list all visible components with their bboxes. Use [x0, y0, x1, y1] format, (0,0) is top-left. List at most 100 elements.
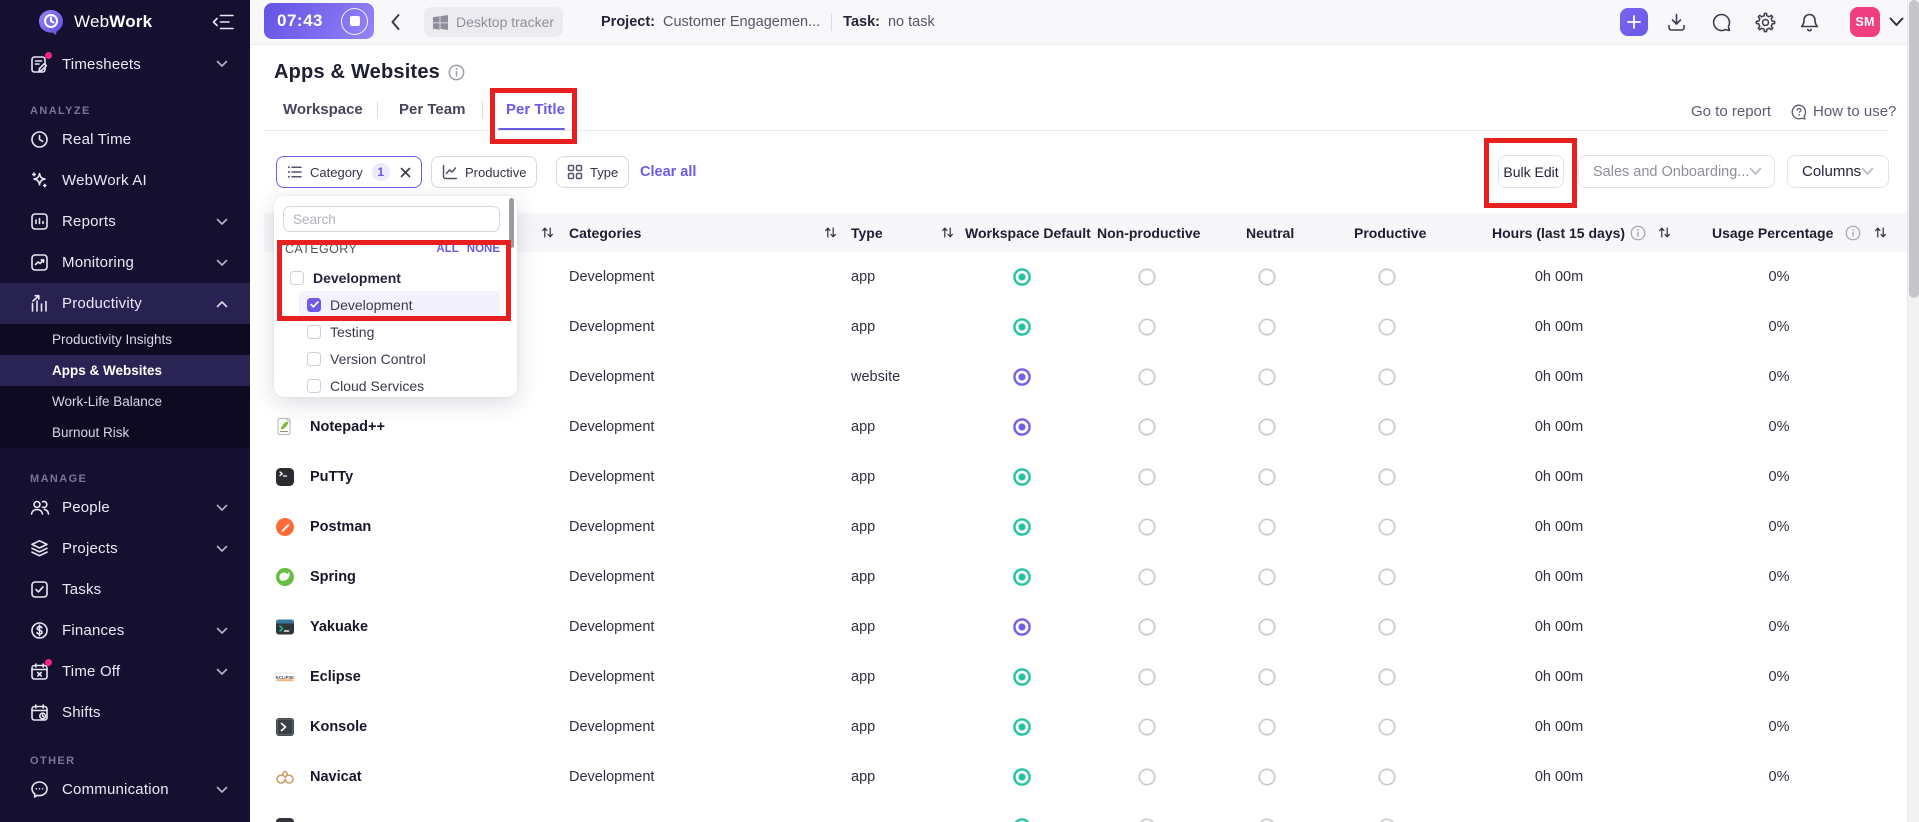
radio-neutral[interactable]	[1258, 318, 1276, 336]
radio-productive[interactable]	[1378, 418, 1396, 436]
radio-workspace-default-checked[interactable]	[1013, 668, 1031, 686]
columns-button[interactable]: Columns	[1787, 155, 1889, 188]
info-icon[interactable]	[1630, 213, 1646, 252]
radio-productive[interactable]	[1378, 268, 1396, 286]
radio-non-productive[interactable]	[1138, 568, 1156, 586]
radio-neutral[interactable]	[1258, 518, 1276, 536]
sidebar-subitem-apps-websites[interactable]: Apps & Websites	[0, 355, 250, 386]
radio-workspace-default-checked[interactable]	[1013, 468, 1031, 486]
logo[interactable]: WebWork	[0, 0, 250, 44]
sidebar-item-people[interactable]: People	[0, 487, 250, 528]
timer-button[interactable]: 07:43	[264, 3, 374, 39]
dropdown-option-cloud-services[interactable]: Cloud Services	[307, 372, 424, 397]
sidebar-item-productivity[interactable]: Productivity	[0, 283, 250, 324]
radio-non-productive[interactable]	[1138, 618, 1156, 636]
select-all-link[interactable]: ALL	[436, 243, 458, 255]
radio-neutral[interactable]	[1258, 368, 1276, 386]
stop-timer-icon[interactable]	[341, 8, 368, 35]
tab-workspace[interactable]: Workspace	[283, 101, 363, 118]
radio-non-productive[interactable]	[1138, 518, 1156, 536]
chat-icon[interactable]	[1711, 12, 1732, 33]
radio-non-productive[interactable]	[1138, 318, 1156, 336]
dropdown-option-version-control[interactable]: Version Control	[307, 345, 426, 372]
radio-workspace-default-checked[interactable]	[1013, 368, 1031, 386]
type-filter-chip[interactable]: Type	[556, 156, 629, 188]
column-header[interactable]: Usage Percentage	[1712, 213, 1833, 252]
download-icon[interactable]	[1666, 12, 1687, 33]
radio-workspace-default-checked[interactable]	[1013, 768, 1031, 786]
radio-neutral[interactable]	[1258, 618, 1276, 636]
remove-filter-icon[interactable]	[400, 167, 411, 178]
sort-icon[interactable]	[941, 226, 954, 239]
checkbox[interactable]	[307, 352, 321, 366]
radio-non-productive[interactable]	[1138, 268, 1156, 286]
radio-neutral[interactable]	[1258, 418, 1276, 436]
column-header[interactable]: Categories	[569, 213, 641, 252]
back-chevron-icon[interactable]	[388, 11, 404, 33]
checkbox[interactable]	[307, 379, 321, 393]
bulk-edit-button[interactable]: Bulk Edit	[1498, 155, 1564, 188]
sidebar-item-reports[interactable]: Reports	[0, 201, 250, 242]
task-value[interactable]: no task	[888, 14, 935, 30]
add-button[interactable]	[1620, 8, 1648, 36]
column-header[interactable]: Workspace Default	[965, 213, 1091, 252]
sidebar-item-real-time[interactable]: Real Time	[0, 119, 250, 160]
checkbox[interactable]	[307, 325, 321, 339]
page-scrollbar-thumb[interactable]	[1909, 0, 1919, 298]
dropdown-scrollbar-thumb[interactable]	[509, 198, 514, 248]
radio-workspace-default-checked[interactable]	[1013, 318, 1031, 336]
how-to-use-link[interactable]: How to use?	[1791, 103, 1896, 120]
search-input[interactable]	[283, 206, 500, 232]
productive-filter-chip[interactable]: Productive	[431, 156, 537, 188]
radio-neutral[interactable]	[1258, 818, 1276, 822]
sort-icon[interactable]	[541, 226, 554, 239]
notifications-bell-icon[interactable]	[1799, 12, 1820, 33]
radio-workspace-default-checked[interactable]	[1013, 718, 1031, 736]
column-header[interactable]: Type	[851, 213, 883, 252]
sidebar-item-time-off[interactable]: Time Off	[0, 651, 250, 692]
dropdown-option-testing[interactable]: Testing	[307, 318, 374, 345]
sidebar-item-finances[interactable]: Finances	[0, 610, 250, 651]
radio-neutral[interactable]	[1258, 768, 1276, 786]
radio-non-productive[interactable]	[1138, 668, 1156, 686]
tab-per-team[interactable]: Per Team	[399, 101, 465, 118]
team-select[interactable]: Sales and Onboarding...	[1578, 155, 1775, 188]
radio-non-productive[interactable]	[1138, 718, 1156, 736]
radio-productive[interactable]	[1378, 618, 1396, 636]
radio-productive[interactable]	[1378, 368, 1396, 386]
radio-neutral[interactable]	[1258, 568, 1276, 586]
project-value[interactable]: Customer Engagemen...	[663, 14, 820, 30]
radio-neutral[interactable]	[1258, 668, 1276, 686]
column-header[interactable]: Productive	[1354, 213, 1426, 252]
radio-productive[interactable]	[1378, 518, 1396, 536]
title-info-icon[interactable]	[448, 64, 465, 81]
dropdown-option-development[interactable]: Development	[307, 291, 413, 318]
sort-icon[interactable]	[1658, 226, 1671, 239]
radio-non-productive[interactable]	[1138, 768, 1156, 786]
radio-workspace-default-checked[interactable]	[1013, 418, 1031, 436]
checkbox[interactable]	[290, 271, 304, 285]
column-header[interactable]: Non-productive	[1097, 213, 1200, 252]
radio-productive[interactable]	[1378, 818, 1396, 822]
checkbox-checked[interactable]	[307, 298, 321, 312]
radio-productive[interactable]	[1378, 718, 1396, 736]
sidebar-item-monitoring[interactable]: Monitoring	[0, 242, 250, 283]
radio-workspace-default-checked[interactable]	[1013, 618, 1031, 636]
radio-workspace-default-checked[interactable]	[1013, 268, 1031, 286]
desktop-tracker-button[interactable]: Desktop tracker	[424, 7, 563, 37]
sort-icon[interactable]	[1874, 226, 1887, 239]
sidebar-subitem-burnout-risk[interactable]: Burnout Risk	[0, 417, 250, 448]
radio-workspace-default-checked[interactable]	[1013, 568, 1031, 586]
column-header[interactable]: Hours (last 15 days)	[1492, 213, 1625, 252]
radio-neutral[interactable]	[1258, 468, 1276, 486]
settings-gear-icon[interactable]	[1755, 12, 1776, 33]
account-chevron-icon[interactable]	[1889, 17, 1904, 27]
collapse-sidebar-icon[interactable]	[212, 13, 234, 31]
dropdown-option-development[interactable]: Development	[290, 264, 401, 291]
select-none-link[interactable]: NONE	[467, 243, 500, 255]
sidebar-item-tasks[interactable]: Tasks	[0, 569, 250, 610]
radio-non-productive[interactable]	[1138, 468, 1156, 486]
sort-icon[interactable]	[824, 226, 837, 239]
radio-productive[interactable]	[1378, 668, 1396, 686]
radio-non-productive[interactable]	[1138, 368, 1156, 386]
